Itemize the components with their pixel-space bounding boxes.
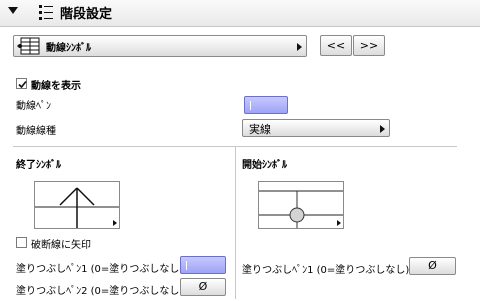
line-pen-label: 動線ﾍﾟﾝ <box>16 101 51 112</box>
arrow-symbol-icon <box>35 187 119 228</box>
line-type-label: 動線線種 <box>16 126 56 137</box>
end-symbol-preview[interactable] <box>34 181 120 229</box>
start-symbol-title: 開始ｼﾝﾎﾞﾙ <box>242 160 287 171</box>
arrow-on-break-checkbox[interactable] <box>16 237 27 248</box>
symbol-select-label: 動線ｼﾝﾎﾞﾙ <box>46 43 91 54</box>
end-fill-pen1-label: 塗りつぶしﾍﾟﾝ1 (0=塗りつぶしなし) <box>16 264 184 275</box>
page-title: 階段設定 <box>60 7 113 22</box>
circle-symbol-icon <box>259 190 343 228</box>
line-pen-swatch[interactable] <box>244 96 288 114</box>
end-fill-pen1-swatch[interactable] <box>180 256 226 274</box>
line-type-value: 実線 <box>249 123 271 136</box>
stair-settings-icon <box>38 4 54 25</box>
corner-arrow-icon <box>337 220 341 226</box>
end-fill-pen2-label: 塗りつぶしﾍﾟﾝ2 (0=塗りつぶしなし) <box>16 286 184 297</box>
next-symbol-button[interactable]: >> <box>353 35 385 56</box>
start-symbol-preview[interactable] <box>258 181 344 229</box>
line-type-popup[interactable]: 実線 <box>242 119 390 137</box>
arrow-right-icon <box>297 43 302 51</box>
end-fill-pen2-button[interactable]: Ø <box>180 278 226 296</box>
end-symbol-title: 終了ｼﾝﾎﾞﾙ <box>16 160 61 171</box>
show-line-label: 動線を表示 <box>31 81 81 92</box>
arrow-on-break-label: 破断線に矢印 <box>31 240 91 251</box>
checkmark-icon <box>18 80 27 89</box>
prev-symbol-button[interactable]: << <box>320 35 352 56</box>
corner-arrow-icon <box>113 220 117 226</box>
collapse-triangle-icon[interactable] <box>8 7 18 14</box>
symbol-select-button[interactable]: 動線ｼﾝﾎﾞﾙ <box>13 35 307 57</box>
arrow-right-icon <box>380 125 385 133</box>
start-fill-pen1-button[interactable]: Ø <box>409 257 456 275</box>
stair-symbol-icon <box>17 37 43 58</box>
start-fill-pen1-label: 塗りつぶしﾍﾟﾝ1 (0=塗りつぶしなし) <box>242 265 410 276</box>
show-line-checkbox[interactable] <box>16 78 27 89</box>
divider <box>235 147 236 299</box>
